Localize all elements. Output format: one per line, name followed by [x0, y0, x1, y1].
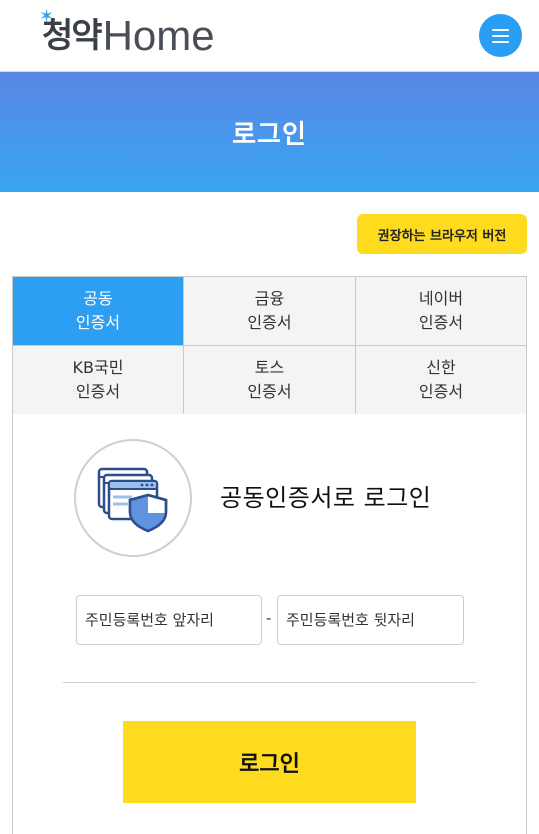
- tab-label-line2: 인증서: [75, 313, 121, 332]
- logo-home-text: Home: [102, 12, 215, 59]
- tab-label-line1: 공동: [83, 289, 113, 308]
- page-banner: 로그인: [0, 72, 539, 192]
- tab-label-line2: 인증서: [418, 313, 464, 332]
- tab-label-line2: 인증서: [247, 313, 292, 332]
- login-button[interactable]: 로그인: [123, 721, 416, 803]
- resident-number-front-input[interactable]: [76, 595, 262, 645]
- tab-label-line1: KB국민: [72, 358, 124, 377]
- tab-label-line1: 네이버: [418, 289, 464, 308]
- tab-kb-certificate[interactable]: KB국민 인증서: [13, 346, 184, 414]
- panel-heading: 공동인증서로 로그인: [220, 484, 432, 512]
- page-title: 로그인: [232, 119, 307, 150]
- tab-label-line1: 토스: [254, 358, 285, 377]
- resident-number-back-input[interactable]: [277, 595, 464, 645]
- tab-label-line2: 인증서: [247, 382, 292, 401]
- cheongyak-home-logo[interactable]: ✶ 청약 Home: [39, 6, 215, 59]
- tab-label-line2: 인증서: [75, 382, 121, 401]
- tab-naver-certificate[interactable]: 네이버 인증서: [356, 277, 526, 346]
- tab-label-line2: 인증서: [418, 382, 464, 401]
- certificate-shield-icon: [97, 467, 168, 533]
- hamburger-menu-icon: [492, 28, 509, 43]
- tab-toss-certificate[interactable]: 토스 인증서: [184, 346, 356, 414]
- divider: [63, 682, 476, 683]
- tab-label-line1: 신한: [426, 358, 456, 377]
- certificate-icon-circle: [74, 439, 192, 557]
- certificate-tabs: 공동 인증서 금융 인증서 네이버 인증서 KB국민 인증서 토스 인증서 신한…: [12, 276, 527, 415]
- resident-number-separator: -: [266, 609, 272, 627]
- tab-financial-certificate[interactable]: 금융 인증서: [184, 277, 356, 346]
- tab-label-line1: 금융: [254, 289, 285, 308]
- recommended-browser-button[interactable]: 권장하는 브라우저 버전: [357, 214, 527, 254]
- app-header: ✶ 청약 Home: [0, 0, 539, 72]
- menu-button[interactable]: [479, 14, 522, 57]
- tab-shinhan-certificate[interactable]: 신한 인증서: [356, 346, 526, 414]
- tab-joint-certificate[interactable]: 공동 인증서: [13, 277, 184, 346]
- logo-star-icon: ✶: [39, 6, 55, 27]
- login-panel: 공동인증서로 로그인 - 로그인: [12, 414, 527, 834]
